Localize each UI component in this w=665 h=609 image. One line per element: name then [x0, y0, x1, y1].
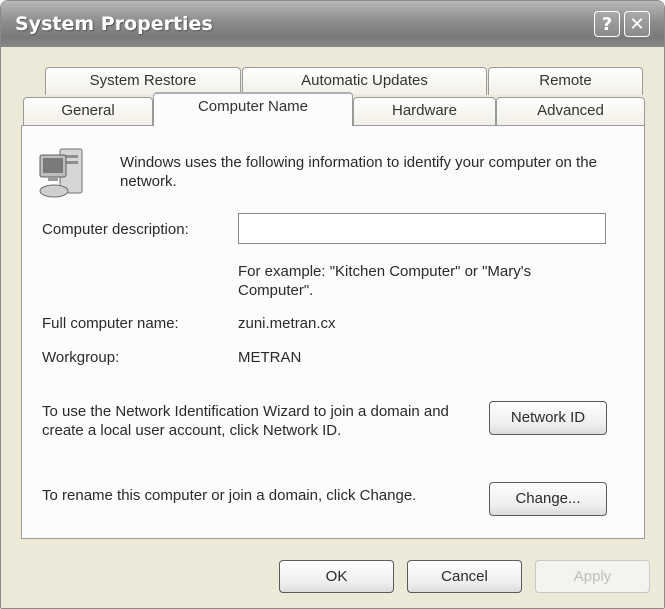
change-button[interactable]: Change... — [489, 482, 607, 516]
ok-button[interactable]: OK — [279, 560, 394, 593]
close-icon[interactable]: ✕ — [624, 11, 650, 37]
full-computer-name-value: zuni.metran.cx — [238, 315, 336, 332]
tab-system-restore[interactable]: System Restore — [45, 67, 241, 95]
full-computer-name-label: Full computer name: — [42, 315, 179, 332]
window-title: System Properties — [15, 13, 213, 35]
workgroup-label: Workgroup: — [42, 349, 120, 366]
title-bar[interactable]: System Properties ? ✕ — [1, 1, 664, 47]
computer-name-panel: Windows uses the following information t… — [21, 125, 645, 539]
cancel-button[interactable]: Cancel — [407, 560, 522, 593]
rename-description: To rename this computer or join a domain… — [42, 487, 417, 504]
apply-button: Apply — [535, 560, 650, 593]
tab-advanced[interactable]: Advanced — [496, 97, 645, 125]
computer-description-input[interactable] — [238, 213, 606, 244]
tab-hardware[interactable]: Hardware — [353, 97, 496, 125]
tab-automatic-updates[interactable]: Automatic Updates — [242, 67, 487, 95]
intro-text: Windows uses the following information t… — [120, 154, 597, 190]
example-text: For example: "Kitchen Computer" or "Mary… — [238, 263, 532, 299]
tab-remote[interactable]: Remote — [488, 67, 643, 95]
system-properties-window: System Properties ? ✕ System Restore Aut… — [0, 0, 665, 609]
help-icon[interactable]: ? — [594, 11, 620, 37]
tab-general[interactable]: General — [23, 97, 153, 125]
tab-computer-name[interactable]: Computer Name — [153, 92, 353, 126]
network-id-button[interactable]: Network ID — [489, 401, 607, 435]
computer-icon — [39, 148, 83, 198]
network-id-description: To use the Network Identification Wizard… — [42, 403, 449, 439]
workgroup-value: METRAN — [238, 349, 302, 366]
computer-description-label: Computer description: — [42, 221, 189, 238]
